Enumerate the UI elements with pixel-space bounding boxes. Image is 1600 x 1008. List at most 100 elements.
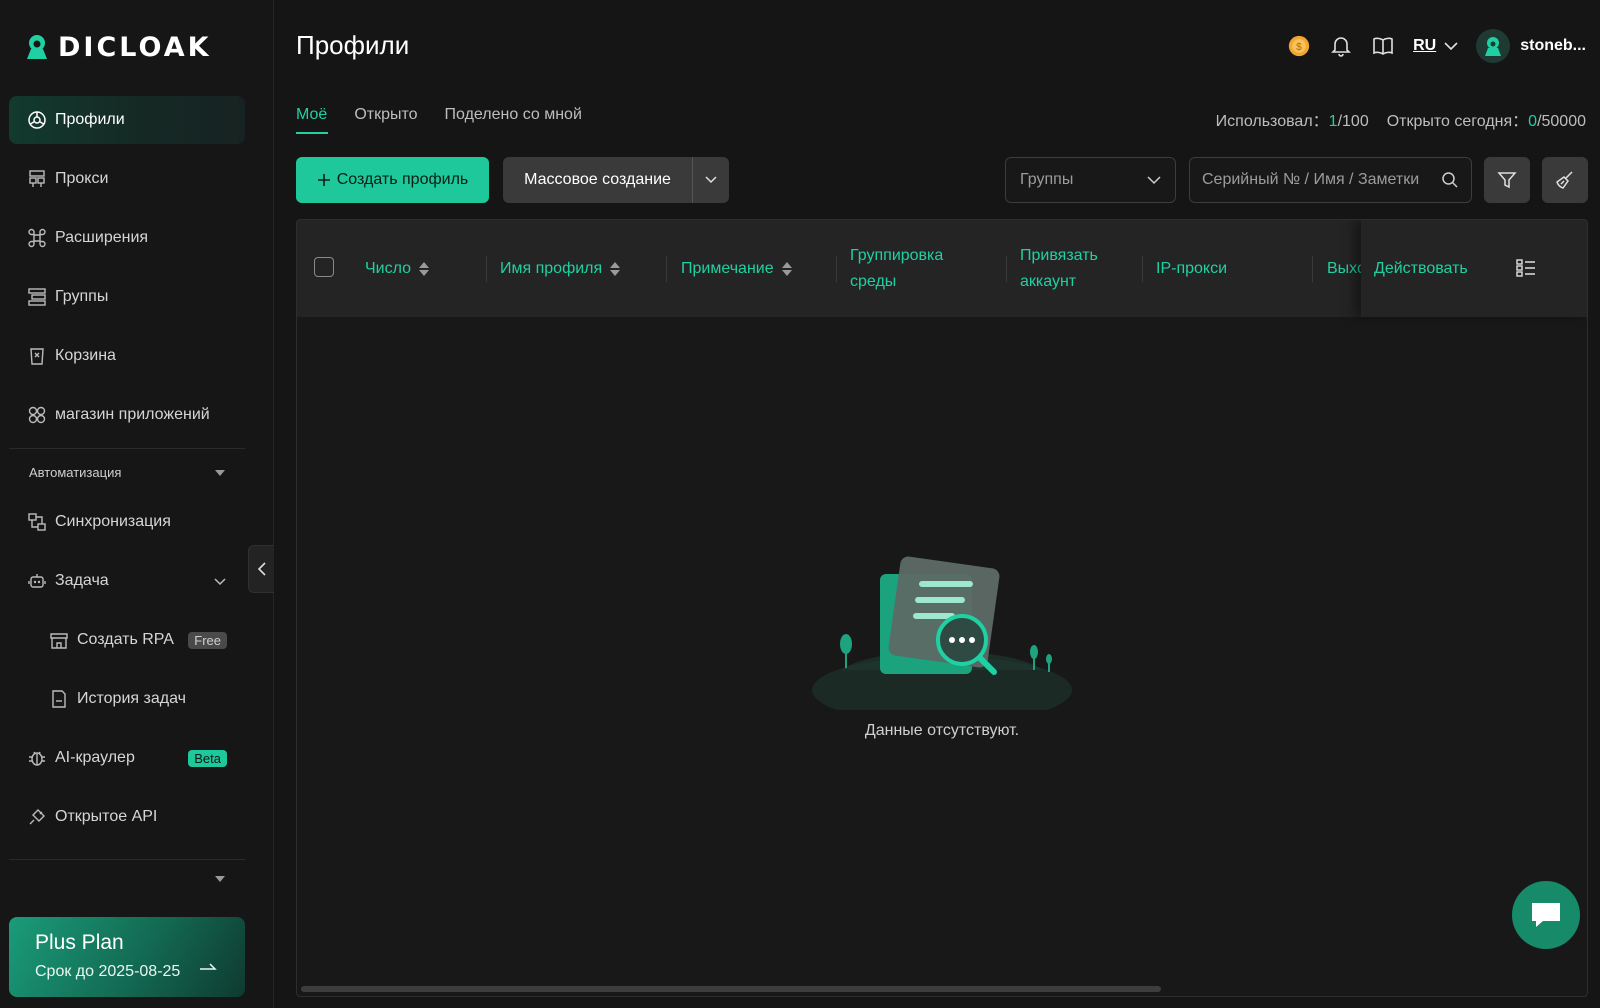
- column-separator: [836, 256, 837, 282]
- sidebar-item-create-rpa[interactable]: Создать RPA Free: [9, 616, 245, 664]
- sidebar-item-app-store[interactable]: магазин приложений: [9, 391, 245, 439]
- team-section-header[interactable]: [29, 876, 225, 882]
- search-icon[interactable]: [1441, 171, 1459, 189]
- usage-used-value: 1: [1328, 113, 1338, 130]
- groups-icon: [28, 288, 46, 306]
- beta-badge: Beta: [188, 749, 227, 767]
- usage-stats: Использовал：1/100 Открыто сегодня：0/5000…: [1216, 107, 1586, 131]
- language-label: RU: [1413, 37, 1437, 54]
- coin-icon: $: [1288, 35, 1310, 57]
- sidebar-item-label: Расширения: [55, 229, 149, 246]
- plan-expiry: Срок до 2025-08-25: [35, 963, 181, 980]
- column-separator: [486, 256, 487, 282]
- sidebar-item-extensions[interactable]: Расширения: [9, 214, 245, 262]
- search-box[interactable]: [1189, 157, 1472, 203]
- column-number[interactable]: Число: [365, 220, 430, 317]
- robot-icon: [28, 574, 46, 588]
- sidebar-item-groups[interactable]: Группы: [9, 273, 245, 321]
- usage-used-total: /100: [1337, 113, 1369, 130]
- sidebar-item-task-history[interactable]: История задач: [9, 675, 245, 723]
- sidebar-item-label: Синхронизация: [55, 513, 171, 530]
- usage-opened-total: /50000: [1537, 113, 1586, 130]
- search-input[interactable]: [1202, 171, 1441, 189]
- sidebar-item-profiles[interactable]: Профили: [9, 96, 245, 144]
- column-note[interactable]: Примечание: [681, 220, 792, 317]
- divider: [9, 859, 245, 860]
- sidebar-item-label: магазин приложений: [55, 406, 210, 423]
- sidebar-item-trash[interactable]: Корзина: [9, 332, 245, 380]
- collapse-sidebar-button[interactable]: [248, 545, 274, 593]
- sidebar-item-label: Корзина: [55, 347, 116, 364]
- groups-select-placeholder: Группы: [1020, 171, 1074, 188]
- chat-button[interactable]: [1512, 881, 1580, 949]
- chevron-down-icon: [214, 578, 226, 586]
- column-separator: [666, 256, 667, 282]
- sidebar-item-ai-crawler[interactable]: AI-краулер Beta: [9, 734, 245, 782]
- coin-button[interactable]: $: [1287, 34, 1311, 58]
- profiles-icon: [28, 111, 46, 129]
- empty-text: Данные отсутствуют.: [864, 722, 1020, 739]
- logo[interactable]: DICLOAK: [24, 30, 212, 64]
- avatar: [1476, 29, 1511, 63]
- filter-button[interactable]: [1484, 157, 1530, 203]
- trash-icon: [30, 348, 44, 365]
- column-separator: [1142, 256, 1143, 282]
- select-all-checkbox[interactable]: [314, 257, 334, 277]
- sidebar-item-label: Прокси: [55, 170, 109, 187]
- column-action: Действовать: [1374, 220, 1468, 317]
- book-icon: [1373, 37, 1393, 55]
- free-badge: Free: [188, 631, 227, 649]
- sidebar-item-open-api[interactable]: Открытое API: [9, 793, 245, 841]
- column-profile-name[interactable]: Имя профиля: [500, 220, 621, 317]
- sort-icon[interactable]: [781, 261, 792, 276]
- table-header: Число Имя профиля Примечание Группировка…: [297, 220, 1587, 317]
- divider: [9, 448, 245, 449]
- history-icon: [52, 690, 66, 708]
- clean-button[interactable]: [1542, 157, 1588, 203]
- plus-icon: [317, 174, 330, 186]
- arrow-right-icon: [200, 963, 217, 970]
- username: stoneb...: [1520, 37, 1586, 54]
- create-profile-label: Создать профиль: [336, 171, 469, 188]
- chevron-down-icon: [1444, 42, 1458, 51]
- tab-mine[interactable]: Моё: [296, 106, 329, 134]
- sidebar-item-label: Задача: [55, 572, 109, 589]
- sidebar-item-label: Профили: [55, 111, 125, 128]
- usage-opened: Открыто сегодня：0/50000: [1387, 107, 1586, 131]
- chevron-down-icon: [1147, 175, 1161, 184]
- groups-select[interactable]: Группы: [1005, 157, 1176, 203]
- docs-button[interactable]: [1371, 34, 1395, 58]
- avatar-icon: [1485, 37, 1502, 56]
- sidebar-item-sync[interactable]: Синхронизация: [9, 498, 245, 546]
- tab-opened[interactable]: Открыто: [354, 106, 417, 134]
- language-selector[interactable]: RU: [1413, 37, 1458, 55]
- column-settings-icon[interactable]: [1516, 258, 1536, 278]
- sort-icon[interactable]: [419, 261, 430, 276]
- notifications-button[interactable]: [1329, 34, 1353, 58]
- sidebar-item-task[interactable]: Задача: [9, 557, 245, 605]
- user-menu[interactable]: stoneb...: [1476, 29, 1586, 63]
- sidebar-item-label: Открытое API: [55, 808, 158, 825]
- sort-icon[interactable]: [610, 261, 621, 276]
- broom-icon: [1556, 171, 1573, 189]
- bulk-create-dropdown[interactable]: [693, 157, 729, 203]
- column-label: Число: [365, 259, 412, 277]
- caret-down-icon: [215, 876, 225, 882]
- api-icon: [29, 809, 45, 825]
- bulk-create-button[interactable]: Массовое создание: [503, 157, 729, 203]
- column-environment-group[interactable]: Группировка среды: [850, 220, 980, 317]
- dicloak-logo-icon: [27, 35, 47, 59]
- tab-shared[interactable]: Поделено со мной: [445, 106, 582, 134]
- horizontal-scrollbar[interactable]: [301, 986, 1161, 992]
- create-profile-button[interactable]: Создать профиль: [296, 157, 489, 203]
- plan-card[interactable]: Plus Plan Срок до 2025-08-25: [9, 917, 245, 997]
- column-bind-account[interactable]: Привязать аккаунт: [1020, 220, 1130, 317]
- column-label: IP-прокси: [1156, 259, 1228, 277]
- sidebar-item-proxy[interactable]: Прокси: [9, 155, 245, 203]
- automation-section-header[interactable]: Автоматизация: [29, 465, 225, 480]
- page-title: Профили: [296, 30, 410, 60]
- column-ip-proxy[interactable]: IP-прокси: [1156, 220, 1227, 317]
- bulk-create-label[interactable]: Массовое создание: [503, 157, 693, 203]
- usage-used-label: Использовал：: [1215, 113, 1329, 130]
- proxy-icon: [29, 170, 45, 187]
